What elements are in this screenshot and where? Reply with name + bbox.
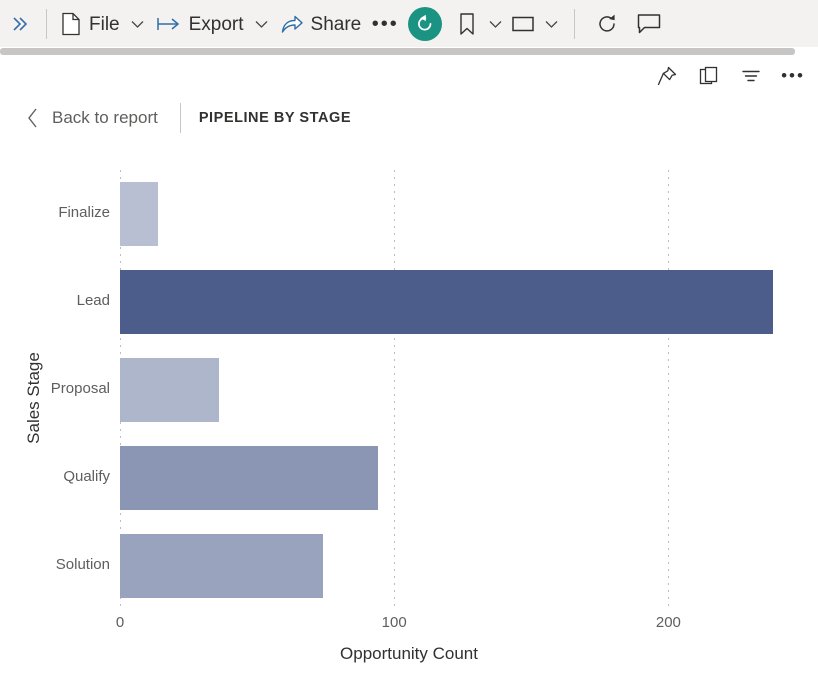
view-chevron-down-icon[interactable] [540,4,562,44]
header-divider [180,103,181,133]
x-axis-tick-200: 200 [656,614,681,631]
toolbar-more-button[interactable]: ••• [368,4,402,44]
bar-qualify[interactable] [120,446,378,510]
share-button-label: Share [311,15,362,34]
double-chevron-right-icon[interactable] [0,0,40,48]
reset-undo-icon[interactable] [408,7,442,41]
x-axis-tick-0: 0 [116,614,124,631]
toolbar-divider-2 [574,9,575,39]
scrollbar-thumb[interactable] [0,48,795,55]
share-button[interactable]: Share [273,4,369,44]
back-to-report-link[interactable]: Back to report [52,108,158,128]
toolbar-divider-1 [46,9,47,39]
horizontal-scrollbar[interactable] [0,47,818,55]
filter-icon[interactable] [730,56,772,96]
bar-proposal[interactable] [120,358,219,422]
file-menu-label: File [89,15,120,34]
x-axis-title: Opportunity Count [0,644,818,664]
plot-area [120,170,800,610]
refresh-icon[interactable] [587,4,627,44]
chevron-left-icon[interactable] [20,103,46,133]
bookmark-chevron-down-icon[interactable] [484,4,506,44]
share-icon [280,13,304,35]
file-menu-button[interactable]: File [53,4,127,44]
export-icon [156,14,182,34]
x-axis-tick-100: 100 [382,614,407,631]
page-title: PIPELINE BY STAGE [199,110,351,126]
visual-header-row: Back to report PIPELINE BY STAGE [0,98,818,138]
gridline [394,170,395,610]
bar-finalize[interactable] [120,182,158,246]
y-axis-category-labels: Finalize Lead Proposal Qualify Solution [0,170,110,610]
copy-icon[interactable] [688,56,730,96]
visual-more-options-button[interactable]: ••• [772,56,814,96]
gridline [668,170,669,610]
y-axis-label-solution[interactable]: Solution [0,557,110,572]
bookmark-icon[interactable] [450,4,484,44]
y-axis-label-finalize[interactable]: Finalize [0,205,110,220]
file-icon [60,12,82,36]
visual-action-bar: ••• [646,56,818,96]
bar-solution[interactable] [120,534,323,598]
bar-lead[interactable] [120,270,773,334]
file-chevron-down-icon[interactable] [127,4,149,44]
export-menu-button[interactable]: Export [149,4,251,44]
export-menu-label: Export [189,15,244,34]
top-command-bar: File Export Share ••• [0,0,818,48]
y-axis-label-lead[interactable]: Lead [0,293,110,308]
pin-icon[interactable] [646,56,688,96]
rectangle-view-icon[interactable] [506,4,540,44]
comment-icon[interactable] [627,4,671,44]
y-axis-label-proposal[interactable]: Proposal [0,381,110,396]
bar-chart: Sales Stage FinalizeLeadProposalQualifyS… [0,148,818,689]
export-chevron-down-icon[interactable] [251,4,273,44]
y-axis-label-qualify[interactable]: Qualify [0,469,110,484]
